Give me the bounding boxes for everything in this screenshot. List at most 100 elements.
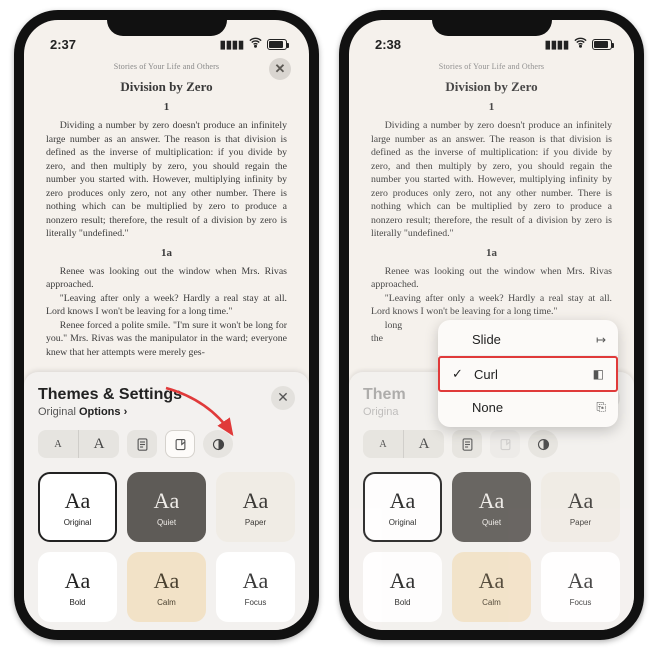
screen-left: 2:37 ▮▮▮▮ ✕ Stories of Your Life and Oth… [24, 20, 309, 630]
appearance-button[interactable] [203, 430, 233, 458]
theme-sample-icon: Aa [243, 488, 269, 514]
sheet-subtitle[interactable]: Origina [363, 406, 406, 418]
themes-sheet: Themes & Settings Original Options › ✕ A… [24, 372, 309, 630]
section-number: 1a [46, 247, 287, 259]
theme-sample-icon: Aa [154, 568, 180, 594]
scroll-view-button[interactable] [452, 430, 482, 458]
battery-icon [267, 39, 287, 50]
popover-item-label: Curl [474, 367, 498, 382]
popover-item-none[interactable]: None ⎘ [438, 392, 618, 423]
font-larger-button[interactable]: A [79, 430, 119, 458]
theme-sample-icon: Aa [65, 568, 91, 594]
popover-item-icon: ↦ [596, 333, 606, 347]
theme-sample-icon: Aa [390, 488, 416, 514]
popover-item-label: None [472, 400, 503, 415]
font-size-segment: A A [38, 430, 119, 458]
popover-item-curl[interactable]: ✓ Curl ◧ [438, 356, 618, 392]
theme-label: Quiet [482, 518, 501, 527]
theme-card-quiet[interactable]: Aa Quiet [127, 472, 206, 542]
font-larger-button[interactable]: A [404, 430, 444, 458]
phone-left: 2:37 ▮▮▮▮ ✕ Stories of Your Life and Oth… [14, 10, 319, 640]
popover-item-slide[interactable]: Slide ↦ [438, 324, 618, 356]
wifi-icon [573, 35, 588, 53]
theme-label: Calm [157, 598, 176, 607]
body-paragraph: Renee forced a polite smile. "I'm sure i… [46, 319, 287, 360]
themes-toolbar: A A [363, 430, 620, 458]
clock: 2:37 [50, 37, 76, 52]
theme-label: Bold [394, 598, 410, 607]
page-turn-button[interactable] [490, 430, 520, 458]
popover-item-label: Slide [472, 332, 501, 347]
theme-sample-icon: Aa [479, 488, 505, 514]
theme-sample-icon: Aa [243, 568, 269, 594]
close-reader-button[interactable]: ✕ [269, 58, 291, 80]
theme-card-paper[interactable]: Aa Paper [216, 472, 295, 542]
sheet-title: Themes & Settings [38, 386, 182, 404]
notch [107, 10, 227, 36]
theme-card-original[interactable]: Aa Original [363, 472, 442, 542]
theme-label: Bold [69, 598, 85, 607]
scroll-view-button[interactable] [127, 430, 157, 458]
theme-card-original[interactable]: Aa Original [38, 472, 117, 542]
popover-item-icon: ⎘ [596, 400, 606, 415]
book-title: Stories of Your Life and Others [46, 62, 287, 71]
theme-label: Paper [245, 518, 266, 527]
chapter-title: Division by Zero [371, 79, 612, 95]
theme-sample-icon: Aa [390, 568, 416, 594]
theme-sample-icon: Aa [568, 568, 594, 594]
themes-toolbar: A A [38, 430, 295, 458]
page-turn-popover: Slide ↦ ✓ Curl ◧ None ⎘ [438, 320, 618, 427]
theme-label: Quiet [157, 518, 176, 527]
theme-card-bold[interactable]: Aa Bold [363, 552, 442, 622]
clock: 2:38 [375, 37, 401, 52]
theme-card-calm[interactable]: Aa Calm [127, 552, 206, 622]
body-paragraph: Renee was looking out the window when Mr… [46, 265, 287, 292]
theme-label: Focus [245, 598, 267, 607]
popover-item-icon: ◧ [593, 367, 604, 381]
notch [432, 10, 552, 36]
close-sheet-button[interactable]: ✕ [271, 386, 295, 410]
body-paragraph: Renee was looking out the window when Mr… [371, 265, 612, 292]
check-icon: ✓ [452, 366, 468, 382]
wifi-icon [248, 35, 263, 53]
battery-icon [592, 39, 612, 50]
theme-card-focus[interactable]: Aa Focus [216, 552, 295, 622]
body-paragraph: Dividing a number by zero doesn't produc… [46, 119, 287, 241]
theme-label: Calm [482, 598, 501, 607]
section-number: 1 [371, 101, 612, 113]
book-title: Stories of Your Life and Others [371, 62, 612, 71]
chapter-title: Division by Zero [46, 79, 287, 95]
body-paragraph: Dividing a number by zero doesn't produc… [371, 119, 612, 241]
theme-label: Original [389, 518, 417, 527]
theme-label: Original [64, 518, 92, 527]
font-size-segment: A A [363, 430, 444, 458]
font-smaller-button[interactable]: A [38, 430, 78, 458]
signal-icon: ▮▮▮▮ [545, 38, 569, 51]
theme-sample-icon: Aa [479, 568, 505, 594]
themes-grid: Aa Original Aa Quiet Aa Paper Aa Bold Aa Calm Aa Fo… [363, 472, 620, 622]
font-smaller-button[interactable]: A [363, 430, 403, 458]
theme-sample-icon: Aa [568, 488, 594, 514]
body-paragraph: "Leaving after only a week? Hardly a rea… [46, 292, 287, 319]
reader-page[interactable]: ✕ Stories of Your Life and Others Divisi… [24, 58, 309, 630]
status-icons: ▮▮▮▮ [545, 35, 612, 53]
theme-card-quiet[interactable]: Aa Quiet [452, 472, 531, 542]
sheet-subtitle[interactable]: Original Options › [38, 406, 182, 418]
theme-sample-icon: Aa [65, 488, 91, 514]
section-number: 1 [46, 101, 287, 113]
theme-card-calm[interactable]: Aa Calm [452, 552, 531, 622]
phone-right: 2:38 ▮▮▮▮ Stories of Your Life and Other… [339, 10, 644, 640]
section-number: 1a [371, 247, 612, 259]
theme-sample-icon: Aa [154, 488, 180, 514]
theme-label: Focus [570, 598, 592, 607]
theme-card-focus[interactable]: Aa Focus [541, 552, 620, 622]
page-turn-button[interactable] [165, 430, 195, 458]
theme-label: Paper [570, 518, 591, 527]
status-icons: ▮▮▮▮ [220, 35, 287, 53]
screen-right: 2:38 ▮▮▮▮ Stories of Your Life and Other… [349, 20, 634, 630]
theme-card-bold[interactable]: Aa Bold [38, 552, 117, 622]
signal-icon: ▮▮▮▮ [220, 38, 244, 51]
appearance-button[interactable] [528, 430, 558, 458]
theme-card-paper[interactable]: Aa Paper [541, 472, 620, 542]
sheet-title: Them [363, 386, 406, 404]
